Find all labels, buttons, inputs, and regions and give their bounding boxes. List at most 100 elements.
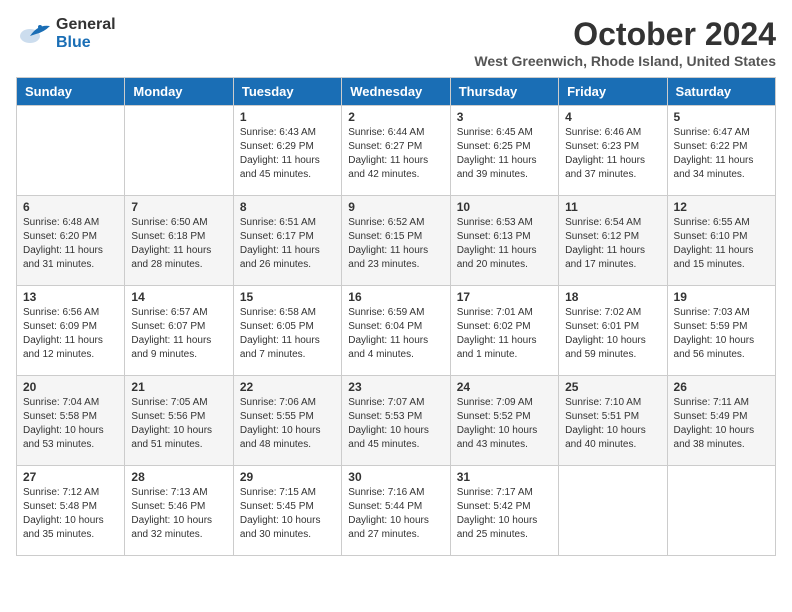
day-number: 13 — [23, 290, 118, 304]
calendar-cell: 13 Sunrise: 6:56 AMSunset: 6:09 PMDayligh… — [17, 286, 125, 376]
day-info: Daylight: 11 hours and 4 minutes. — [348, 334, 443, 362]
calendar-cell — [667, 466, 775, 556]
calendar-cell: 10Sunrise: 6:53 AMSunset: 6:13 PMDayligh… — [450, 196, 558, 286]
day-info: Sunrise: 6:53 AM — [457, 216, 552, 230]
day-info: Daylight: 11 hours and 28 minutes. — [131, 244, 226, 272]
day-number: 31 — [457, 470, 552, 484]
calendar-cell: 23Sunrise: 7:07 AMSunset: 5:53 PMDayligh… — [342, 376, 450, 466]
day-number: 24 — [457, 380, 552, 394]
calendar-cell: 3Sunrise: 6:45 AMSunset: 6:25 PMDaylight… — [450, 106, 558, 196]
day-info: Sunset: 5:44 PM — [348, 500, 443, 514]
day-info: Daylight: 11 hours and 34 minutes. — [674, 154, 769, 182]
day-number: 8 — [240, 200, 335, 214]
calendar-cell — [17, 106, 125, 196]
calendar-cell: 14Sunrise: 6:57 AMSunset: 6:07 PMDayligh… — [125, 286, 233, 376]
day-number: 2 — [348, 110, 443, 124]
calendar-cell — [559, 466, 667, 556]
day-info: Daylight: 10 hours and 27 minutes. — [348, 514, 443, 542]
calendar-cell: 17Sunrise: 7:01 AMSunset: 6:02 PMDayligh… — [450, 286, 558, 376]
day-number: 26 — [674, 380, 769, 394]
day-info: Sunrise: 7:10 AM — [565, 396, 660, 410]
day-number: 11 — [565, 200, 660, 214]
day-info: Sunrise: 7:07 AM — [348, 396, 443, 410]
day-info: Sunrise: 6:57 AM — [131, 306, 226, 320]
day-info: Sunrise: 7:04 AM — [23, 396, 118, 410]
day-info: Sunrise: 7:12 AM — [23, 486, 118, 500]
calendar-week-3: 13Sunrise: 6:56 AMSunset: 6:09 PMDayligh… — [17, 286, 776, 376]
day-info: Sunset: 5:56 PM — [131, 410, 226, 424]
day-info: Sunrise: 7:16 AM — [348, 486, 443, 500]
day-info: Sunset: 6:17 PM — [240, 230, 335, 244]
location-title: West Greenwich, Rhode Island, United Sta… — [474, 53, 776, 69]
calendar-cell: 12Sunrise: 6:55 AMSunset: 6:10 PMDayligh… — [667, 196, 775, 286]
calendar-cell: 27Sunrise: 7:12 AMSunset: 5:48 PMDayligh… — [17, 466, 125, 556]
day-number: 22 — [240, 380, 335, 394]
day-info: Sunset: 5:55 PM — [240, 410, 335, 424]
day-info: Sunrise: 6:56 AM — [23, 306, 118, 320]
day-info: Sunrise: 7:02 AM — [565, 306, 660, 320]
day-info: Sunset: 5:49 PM — [674, 410, 769, 424]
calendar-table: SundayMondayTuesdayWednesdayThursdayFrid… — [16, 77, 776, 556]
day-header-wednesday: Wednesday — [342, 78, 450, 106]
day-info: Sunrise: 7:09 AM — [457, 396, 552, 410]
day-info: Daylight: 11 hours and 20 minutes. — [457, 244, 552, 272]
calendar-cell: 26 Sunrise: 7:11 AMSunset: 5:49 PMDayligh… — [667, 376, 775, 466]
day-info: Sunrise: 7:13 AM — [131, 486, 226, 500]
day-number: 19 — [674, 290, 769, 304]
day-number: 20 — [23, 380, 118, 394]
day-info: Sunset: 6:09 PM — [23, 320, 118, 334]
day-info: Sunset: 6:23 PM — [565, 140, 660, 154]
calendar-cell: 5Sunrise: 6:47 AMSunset: 6:22 PMDaylight… — [667, 106, 775, 196]
page-header: General Blue October 2024 West Greenwich… — [16, 16, 776, 69]
day-number: 29 — [240, 470, 335, 484]
calendar-week-5: 27Sunrise: 7:12 AMSunset: 5:48 PMDayligh… — [17, 466, 776, 556]
day-header-thursday: Thursday — [450, 78, 558, 106]
day-info: Daylight: 11 hours and 12 minutes. — [23, 334, 118, 362]
calendar-week-1: 1Sunrise: 6:43 AMSunset: 6:29 PMDaylight… — [17, 106, 776, 196]
day-info: Sunrise: 7:03 AM — [674, 306, 769, 320]
day-number: 12 — [674, 200, 769, 214]
day-number: 30 — [348, 470, 443, 484]
day-info: Daylight: 10 hours and 38 minutes. — [674, 424, 769, 452]
day-info: Sunset: 5:53 PM — [348, 410, 443, 424]
calendar-cell: 24 Sunrise: 7:09 AMSunset: 5:52 PMDayligh… — [450, 376, 558, 466]
calendar-cell: 19Sunrise: 7:03 AMSunset: 5:59 PMDayligh… — [667, 286, 775, 376]
day-info: Sunset: 6:10 PM — [674, 230, 769, 244]
day-number: 17 — [457, 290, 552, 304]
day-info: Sunrise: 7:06 AM — [240, 396, 335, 410]
day-header-sunday: Sunday — [17, 78, 125, 106]
day-info: Sunset: 5:52 PM — [457, 410, 552, 424]
day-info: Sunrise: 7:11 AM — [674, 396, 769, 410]
calendar-cell: 8Sunrise: 6:51 AMSunset: 6:17 PMDaylight… — [233, 196, 341, 286]
day-header-tuesday: Tuesday — [233, 78, 341, 106]
calendar-week-2: 6Sunrise: 6:48 AMSunset: 6:20 PMDaylight… — [17, 196, 776, 286]
day-info: Sunrise: 6:43 AM — [240, 126, 335, 140]
day-number: 10 — [457, 200, 552, 214]
day-info: Sunrise: 6:47 AM — [674, 126, 769, 140]
day-info: Daylight: 10 hours and 43 minutes. — [457, 424, 552, 452]
calendar-cell: 9Sunrise: 6:52 AMSunset: 6:15 PMDaylight… — [342, 196, 450, 286]
logo-text: General Blue — [56, 16, 116, 51]
day-number: 25 — [565, 380, 660, 394]
calendar-cell: 30 Sunrise: 7:16 AMSunset: 5:44 PMDayligh… — [342, 466, 450, 556]
day-info: Sunrise: 7:01 AM — [457, 306, 552, 320]
day-info: Sunrise: 6:48 AM — [23, 216, 118, 230]
logo-general: General — [56, 16, 116, 34]
bird-icon — [16, 16, 52, 52]
day-info: Sunset: 6:18 PM — [131, 230, 226, 244]
day-info: Daylight: 11 hours and 37 minutes. — [565, 154, 660, 182]
day-info: Daylight: 10 hours and 32 minutes. — [131, 514, 226, 542]
day-info: Sunrise: 6:58 AM — [240, 306, 335, 320]
day-number: 3 — [457, 110, 552, 124]
day-info: Sunset: 5:45 PM — [240, 500, 335, 514]
day-info: Daylight: 10 hours and 56 minutes. — [674, 334, 769, 362]
calendar-cell: 20Sunrise: 7:04 AMSunset: 5:58 PMDayligh… — [17, 376, 125, 466]
day-info: Sunset: 6:01 PM — [565, 320, 660, 334]
day-info: Sunrise: 6:45 AM — [457, 126, 552, 140]
logo-blue: Blue — [56, 34, 116, 52]
calendar-cell: 6Sunrise: 6:48 AMSunset: 6:20 PMDaylight… — [17, 196, 125, 286]
day-info: Daylight: 11 hours and 45 minutes. — [240, 154, 335, 182]
day-info: Sunrise: 6:54 AM — [565, 216, 660, 230]
day-number: 15 — [240, 290, 335, 304]
day-info: Sunrise: 6:59 AM — [348, 306, 443, 320]
